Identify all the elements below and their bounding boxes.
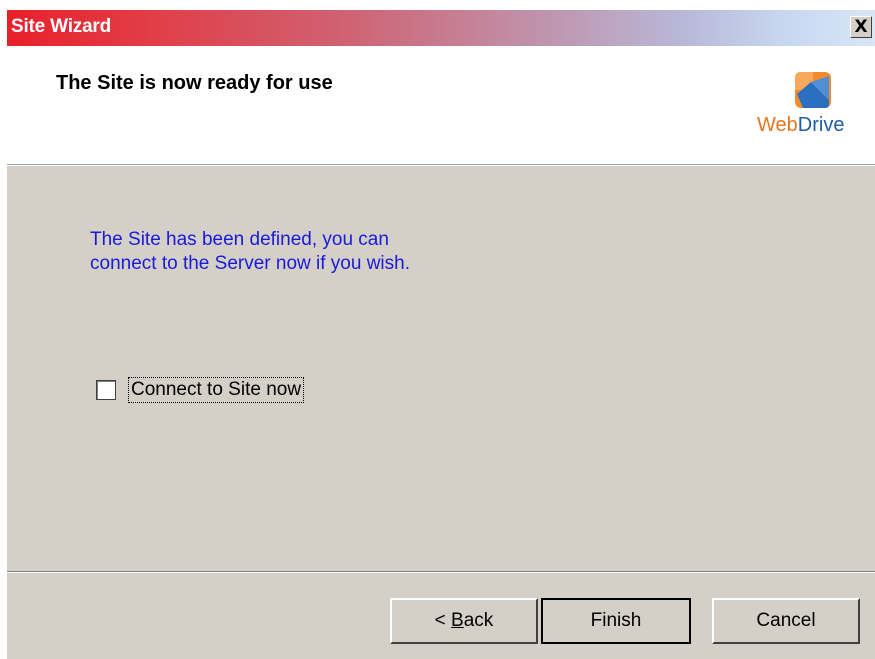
close-button[interactable]: X	[850, 16, 872, 38]
status-message-line-1: The Site has been defined, you can	[90, 229, 389, 250]
header-divider	[7, 165, 875, 166]
status-message-line-2: connect to the Server now if you wish.	[90, 253, 410, 274]
footer-divider	[7, 571, 875, 573]
title-bar[interactable]: Site Wizard X	[7, 10, 875, 46]
connect-now-checkbox[interactable]	[96, 380, 116, 400]
connect-now-label[interactable]: Connect to Site now	[127, 377, 305, 403]
page-title: The Site is now ready for use	[56, 72, 333, 94]
logo-text-drive: Drive	[797, 114, 845, 136]
back-button-prefix: <	[434, 610, 452, 631]
status-message: The Site has been defined, you can conne…	[90, 228, 490, 276]
cancel-button[interactable]: Cancel	[712, 598, 860, 644]
finish-button[interactable]: Finish	[541, 598, 691, 644]
connect-now-option[interactable]: Connect to Site now	[96, 377, 305, 403]
logo-text-web: Web	[757, 114, 798, 136]
back-button-accel: B	[451, 610, 464, 631]
back-button[interactable]: < Back	[390, 598, 538, 644]
site-wizard-window: Site Wizard X The Site is now ready for …	[7, 10, 875, 659]
close-icon: X	[854, 16, 868, 37]
webdrive-logo-icon	[795, 72, 831, 108]
finish-button-label: Finish	[590, 610, 642, 631]
wizard-header: The Site is now ready for use WebDrive	[7, 46, 875, 165]
back-button-rest: ack	[463, 610, 494, 631]
window-title: Site Wizard	[11, 16, 112, 37]
logo-wordmark: WebDrive	[757, 114, 844, 137]
webdrive-logo: WebDrive	[757, 70, 867, 140]
cancel-button-label: Cancel	[756, 610, 816, 631]
